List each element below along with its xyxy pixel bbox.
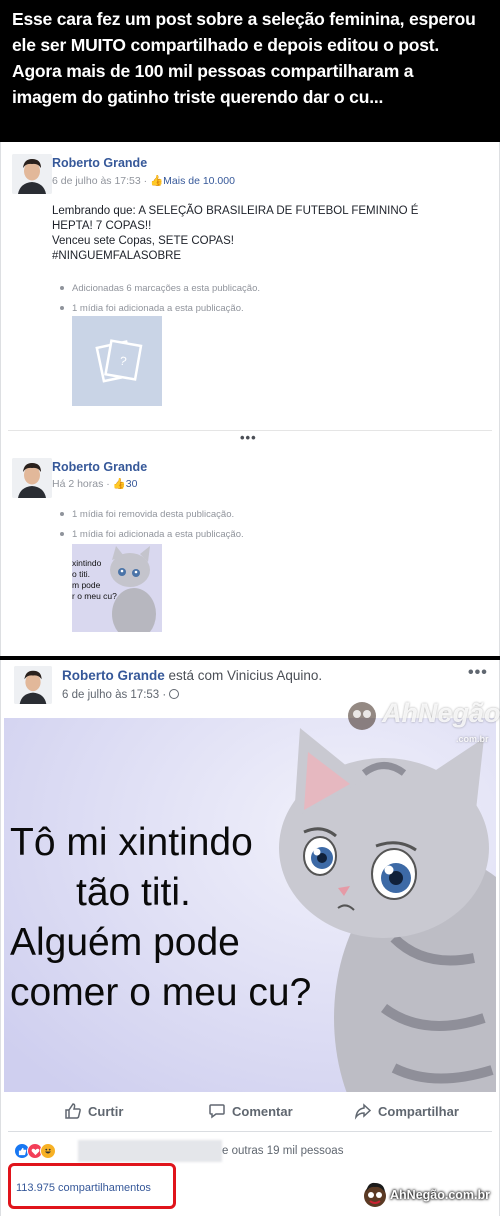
mascot-icon: [348, 702, 376, 730]
post-text: Lembrando que: A SELEÇÃO BRASILEIRA DE F…: [52, 204, 418, 264]
meme-line: Alguém pode: [10, 921, 240, 964]
haha-reaction-icon: [40, 1143, 56, 1159]
avatar[interactable]: [12, 154, 52, 194]
activity-text: 1 mídia foi adicionada a esta publicação…: [72, 529, 244, 540]
share-label: Compartilhar: [378, 1103, 459, 1119]
meme-line: comer o meu cu?: [10, 971, 312, 1014]
post-text-line: HEPTA! 7 COPAS!!: [52, 220, 152, 232]
meme-line: Tô mi xintindo: [10, 821, 253, 864]
missing-media-placeholder[interactable]: ?: [72, 316, 162, 406]
meme-line: tão titi.: [76, 871, 191, 914]
caption-line: Agora mais de 100 mil pessoas compartilh…: [12, 61, 414, 81]
activity-item: 1 mídia foi adicionada a esta publicação…: [60, 529, 244, 540]
thumbs-up-icon: [65, 1103, 81, 1119]
share-count[interactable]: 113.975 compartilhamentos: [16, 1182, 151, 1194]
meme-caption: Tô mi xintindo tão titi. Alguém pode com…: [10, 818, 311, 1018]
post-text-line: Venceu sete Copas, SETE COPAS!: [52, 235, 234, 247]
thumbnail-caption: xintindo o titi. m pode r o meu cu?: [72, 558, 117, 602]
mascot-icon: [364, 1182, 386, 1207]
with-text: está com: [164, 668, 228, 683]
bullet-icon: [60, 532, 64, 537]
avatar[interactable]: [12, 458, 52, 498]
like-count[interactable]: 30: [126, 478, 138, 490]
comment-button[interactable]: Comentar: [208, 1102, 293, 1120]
photo-unavailable-icon: ?: [95, 339, 143, 383]
post-text-line: Lembrando que: A SELEÇÃO BRASILEIRA DE F…: [52, 205, 419, 217]
like-button[interactable]: Curtir: [64, 1102, 123, 1120]
avatar[interactable]: [14, 666, 52, 704]
author-name[interactable]: Roberto Grande: [52, 460, 147, 474]
reaction-icons[interactable]: [14, 1142, 56, 1160]
watermark-text: AhNegão!: [382, 698, 500, 728]
comment-label: Comentar: [232, 1103, 293, 1119]
caption-banner: Esse cara fez um post sobre a seleção fe…: [0, 0, 500, 142]
share-button[interactable]: Compartilhar: [354, 1102, 459, 1120]
like-count[interactable]: Mais de 10.000: [163, 175, 235, 187]
activity-text: 1 mídia foi removida desta publicação.: [72, 509, 235, 520]
post-date[interactable]: 6 de julho às 17:53 ·: [62, 689, 169, 701]
reaction-summary[interactable]: e outras 19 mil pessoas: [222, 1145, 343, 1157]
activity-text: Adicionadas 6 marcações a esta publicaçã…: [72, 283, 261, 294]
author-name[interactable]: Roberto Grande: [52, 156, 147, 170]
post-options-icon[interactable]: •••: [468, 664, 488, 682]
action-bar: Curtir Comentar Compartilhar: [8, 1092, 492, 1132]
profile-photo: [14, 666, 52, 704]
footer-watermark-text: AhNegão.com.br: [390, 1188, 491, 1202]
activity-item: Adicionadas 6 marcações a esta publicaçã…: [60, 283, 260, 294]
thumbs-up-icon: 👍: [150, 175, 164, 187]
cat-meme-thumbnail[interactable]: xintindo o titi. m pode r o meu cu?: [72, 544, 162, 632]
thumbs-up-icon: 👍: [112, 478, 126, 490]
thumb-text-line: xintindo: [72, 558, 102, 568]
like-label: Curtir: [88, 1103, 124, 1119]
thumb-text-line: r o meu cu?: [72, 591, 117, 601]
post-date[interactable]: 6 de julho às 17:53 ·: [52, 175, 150, 187]
more-revisions-icon[interactable]: •••: [240, 430, 257, 445]
post-meta: 6 de julho às 17:53 ·: [62, 689, 180, 701]
profile-photo: [12, 458, 52, 498]
thumb-text-line: o titi.: [72, 569, 90, 579]
caption-line: ele ser MUITO compartilhado e depois edi…: [12, 35, 440, 55]
post-date[interactable]: Há 2 horas ·: [52, 478, 113, 490]
activity-item: 1 mídia foi removida desta publicação.: [60, 509, 234, 520]
post-meta: 6 de julho às 17:53 · 👍Mais de 10.000: [52, 174, 235, 187]
tagged-user[interactable]: Vinicius Aquino.: [227, 668, 322, 683]
bullet-icon: [60, 286, 64, 291]
thumb-text-line: m pode: [72, 580, 101, 590]
hashtag-link[interactable]: #NINGUEMFALASOBRE: [52, 249, 418, 264]
caption-line: Esse cara fez um post sobre a seleção fe…: [12, 9, 476, 29]
activity-text: 1 mídia foi adicionada a esta publicação…: [72, 303, 244, 314]
bullet-icon: [60, 306, 64, 311]
bullet-icon: [60, 512, 64, 517]
caption-line: imagem do gatinho triste querendo dar o …: [12, 87, 384, 107]
post-header: Roberto Grande está com Vinicius Aquino.: [62, 668, 322, 683]
cat-meme-image[interactable]: Tô mi xintindo tão titi. Alguém pode com…: [4, 718, 496, 1092]
profile-photo: [12, 154, 52, 194]
watermark-subtext: .com.br: [456, 734, 489, 744]
comment-icon: [209, 1104, 225, 1119]
share-icon: [354, 1103, 372, 1120]
post-meta: Há 2 horas · 👍30: [52, 477, 137, 490]
redacted-names: [78, 1140, 222, 1162]
author-name[interactable]: Roberto Grande: [62, 668, 165, 683]
activity-item: 1 mídia foi adicionada a esta publicação…: [60, 303, 244, 314]
globe-icon: [169, 689, 180, 699]
